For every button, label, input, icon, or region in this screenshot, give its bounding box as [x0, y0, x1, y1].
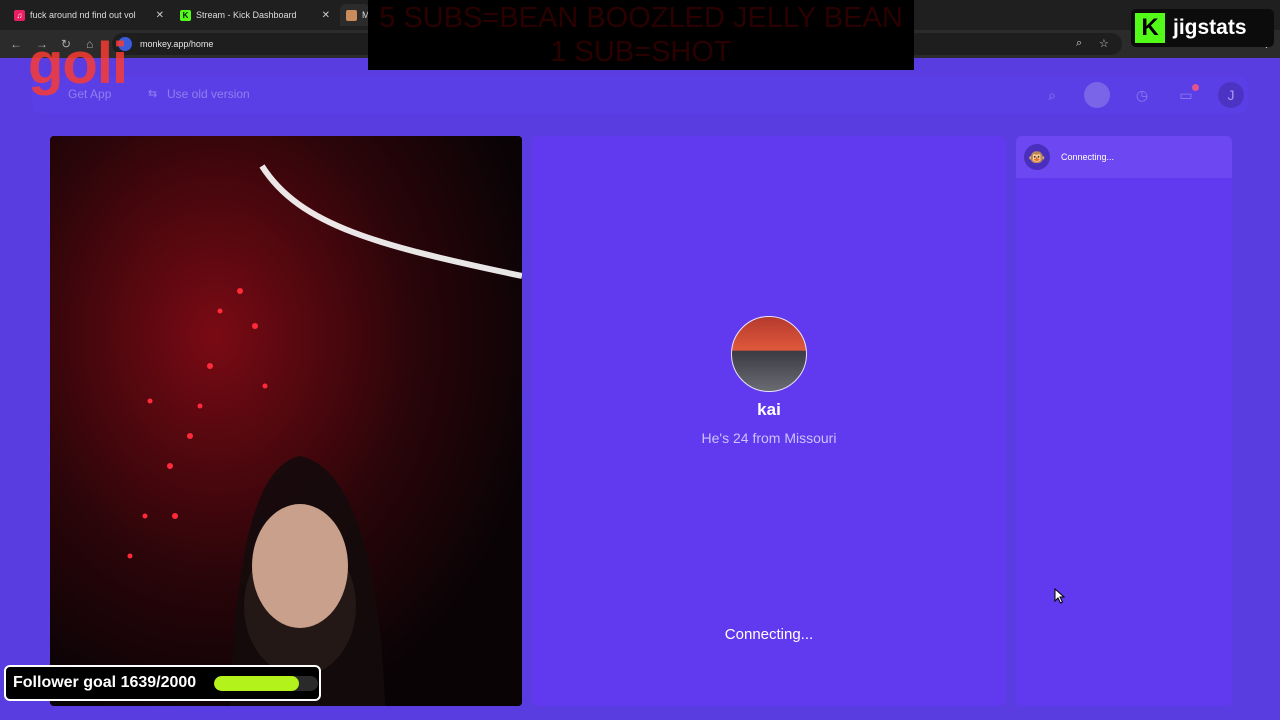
kick-logo-icon: K [1135, 13, 1165, 43]
tab-monkey[interactable]: M [340, 4, 370, 26]
app-header: Get App ⇆ Use old version ⌕ ◷ ▭ J [32, 76, 1248, 114]
follower-goal-widget: Follower goal 1639/2000 [4, 665, 321, 701]
tab-label: Stream - Kick Dashboard [196, 10, 297, 20]
follower-goal-progress [214, 676, 318, 691]
history-icon[interactable]: ◷ [1129, 82, 1155, 108]
use-old-version-link[interactable]: Use old version [167, 87, 250, 101]
old-version-icon: ⇆ [148, 88, 158, 100]
url-text: monkey.app/home [140, 39, 214, 49]
monkey-icon [346, 9, 357, 21]
notification-dot [1192, 84, 1199, 91]
close-icon[interactable]: ✕ [322, 10, 330, 21]
match-description: He's 24 from Missouri [701, 430, 837, 446]
chat-status-row: 🐵 Connecting... [1016, 136, 1232, 178]
tab-kick-dashboard[interactable]: K Stream - Kick Dashboard ✕ [174, 4, 336, 26]
webcam-feed [50, 136, 522, 706]
local-video [50, 136, 522, 706]
close-icon[interactable]: ✕ [156, 10, 164, 21]
subscriber-banner: 5 SUBS=BEAN BOOZLED JELLY BEAN 1 SUB=SHO… [368, 0, 914, 70]
gem-icon[interactable] [1084, 82, 1110, 108]
search-icon[interactable]: ⌕ [1039, 82, 1065, 108]
zoom-icon[interactable]: ⌕ [1076, 37, 1082, 50]
match-name: kai [757, 400, 781, 419]
goli-watermark: goli [28, 31, 128, 96]
tab-music[interactable]: ♫ fuck around nd find out vol ✕ [8, 4, 170, 26]
profile-avatar[interactable]: J [1218, 82, 1244, 108]
chat-panel: 🐵 Connecting... [1016, 136, 1232, 706]
match-avatar [731, 316, 807, 392]
banner-line-1: 5 SUBS=BEAN BOOZLED JELLY BEAN [379, 2, 903, 34]
follower-goal-fill [214, 676, 300, 691]
channel-name: jigstats [1173, 16, 1247, 39]
chat-icon[interactable]: ▭ [1173, 82, 1199, 108]
tab-label: fuck around nd find out vol [30, 10, 136, 20]
chat-status: Connecting... [1061, 152, 1115, 162]
follower-goal-label: Follower goal 1639/2000 [13, 674, 197, 691]
match-panel: kai He's 24 from Missouri Connecting... [532, 136, 1006, 706]
music-icon: ♫ [14, 9, 25, 21]
mouse-cursor-icon [1054, 588, 1066, 604]
back-icon[interactable]: ← [10, 37, 22, 51]
connection-status: Connecting... [724, 626, 814, 643]
kick-channel-badge: K jigstats [1131, 9, 1274, 47]
banner-line-2: 1 SUB=SHOT [550, 36, 732, 68]
bookmark-star-icon[interactable]: ☆ [1099, 37, 1109, 50]
monkey-app-page: Get App ⇆ Use old version ⌕ ◷ ▭ J kai He… [0, 58, 1280, 720]
monkey-icon: 🐵 [1024, 144, 1050, 170]
kick-icon: K [180, 9, 191, 21]
